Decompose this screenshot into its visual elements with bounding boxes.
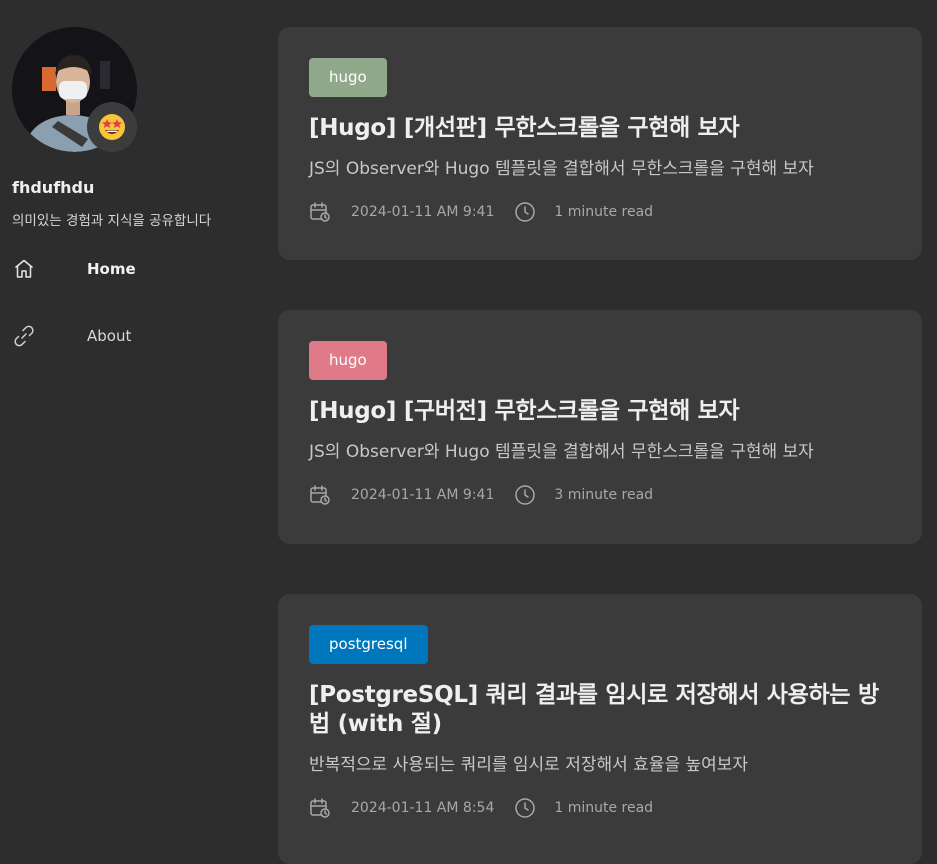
post-meta: 2024-01-11 AM 8:54 1 minute read [309,797,891,819]
post-title[interactable]: [Hugo] [개선판] 무한스크롤을 구현해 보자 [309,114,891,143]
tag-badge[interactable]: hugo [309,58,387,97]
tag-badge[interactable]: hugo [309,341,387,380]
clock-icon [515,202,536,222]
post-card[interactable]: postgresql [PostgreSQL] 쿼리 결과를 임시로 저장해서 … [278,594,922,864]
read-time: 1 minute read [554,800,654,816]
post-meta: 2024-01-11 AM 9:41 1 minute read [309,201,891,223]
nav-item-about[interactable]: About [12,324,131,348]
post-title[interactable]: [PostgreSQL] 쿼리 결과를 임시로 저장해서 사용하는 방법 (wi… [309,681,891,739]
clock-icon [515,485,536,505]
post-description: 반복적으로 사용되는 쿼리를 임시로 저장해서 효율을 높여보자 [309,755,749,775]
post-card[interactable]: hugo [Hugo] [개선판] 무한스크롤을 구현해 보자 JS의 Obse… [278,27,922,260]
calendar-icon [310,485,330,505]
link-icon [14,325,34,347]
star-struck-emoji-icon [99,114,125,140]
post-title[interactable]: [Hugo] [구버전] 무한스크롤을 구현해 보자 [309,397,891,426]
nav-label-home: Home [87,260,136,278]
tag-badge[interactable]: postgresql [309,625,428,664]
post-date: 2024-01-11 AM 9:41 [351,204,495,220]
avatar-container [12,27,138,153]
post-meta: 2024-01-11 AM 9:41 3 minute read [309,484,891,506]
post-description: JS의 Observer와 Hugo 템플릿을 결합해서 무한스크롤을 구현해 … [309,159,814,179]
calendar-icon [310,798,330,818]
read-time: 3 minute read [554,487,654,503]
calendar-icon [310,202,330,222]
site-description: 의미있는 경험과 지식을 공유합니다 [12,213,212,229]
home-icon [15,259,33,278]
site-title[interactable]: fhdufhdu [12,178,252,197]
nav-label-about: About [87,327,132,345]
sidebar: fhdufhdu 의미있는 경험과 지식을 공유합니다 Home About [12,27,252,347]
post-date: 2024-01-11 AM 9:41 [351,487,495,503]
post-card[interactable]: hugo [Hugo] [구버전] 무한스크롤을 구현해 보자 JS의 Obse… [278,310,922,544]
clock-icon [515,798,536,818]
post-date: 2024-01-11 AM 8:54 [351,800,495,816]
post-description: JS의 Observer와 Hugo 템플릿을 결합해서 무한스크롤을 구현해 … [309,442,814,462]
read-time: 1 minute read [554,204,654,220]
nav-item-home[interactable]: Home [12,257,136,281]
emoji-badge [87,102,137,152]
